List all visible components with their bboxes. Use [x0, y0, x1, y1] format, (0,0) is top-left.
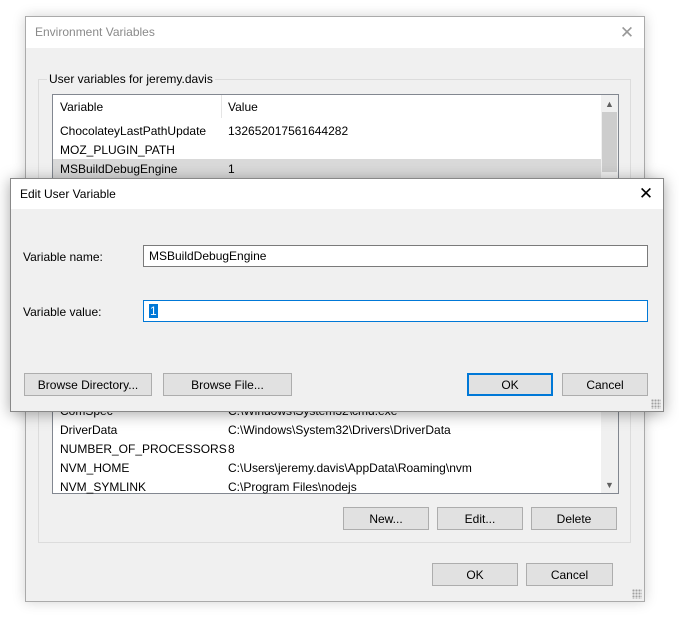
list-header: Variable Value [53, 95, 601, 118]
scroll-up-icon[interactable]: ▲ [601, 95, 618, 112]
new-button[interactable]: New... [343, 507, 429, 530]
list-item[interactable]: DriverData C:\Windows\System32\Drivers\D… [53, 420, 601, 439]
variable-name: NVM_SYMLINK [60, 480, 147, 494]
variable-name-label: Variable name: [23, 250, 103, 264]
cancel-button[interactable]: Cancel [562, 373, 648, 396]
variable-value: C:\Users\jeremy.davis\AppData\Roaming\nv… [228, 461, 472, 475]
column-divider[interactable] [221, 95, 222, 118]
dialog-title: Edit User Variable [20, 187, 116, 201]
list-item[interactable]: NUMBER_OF_PROCESSORS 8 [53, 439, 601, 458]
dialog-title: Environment Variables [35, 25, 155, 39]
list-item[interactable]: NVM_HOME C:\Users\jeremy.davis\AppData\R… [53, 458, 601, 477]
variable-name: ChocolateyLastPathUpdate [60, 124, 207, 138]
variable-value: C:\Program Files\nodejs [228, 480, 357, 494]
browse-directory-button[interactable]: Browse Directory... [24, 373, 152, 396]
ok-button[interactable]: OK [432, 563, 518, 586]
variable-name: DriverData [60, 423, 118, 437]
cancel-button[interactable]: Cancel [526, 563, 613, 586]
resize-grip-icon[interactable] [632, 589, 642, 599]
resize-grip-icon[interactable] [651, 399, 661, 409]
selected-text: 1 [149, 304, 158, 318]
delete-button[interactable]: Delete [531, 507, 617, 530]
close-icon[interactable]: ✕ [610, 17, 644, 48]
close-icon[interactable]: ✕ [629, 179, 663, 209]
variable-value-label: Variable value: [23, 305, 102, 319]
variable-name: MOZ_PLUGIN_PATH [60, 143, 175, 157]
group-label: User variables for jeremy.davis [47, 72, 215, 86]
column-header-value[interactable]: Value [228, 100, 258, 114]
variable-name-input[interactable]: MSBuildDebugEngine [143, 245, 648, 267]
list-item[interactable]: ChocolateyLastPathUpdate 132652017561644… [53, 121, 601, 140]
variable-name: NVM_HOME [60, 461, 130, 475]
title-bar: Edit User Variable ✕ [11, 179, 663, 209]
variable-name: MSBuildDebugEngine [60, 162, 178, 176]
variable-value: 1 [228, 162, 235, 176]
list-item[interactable]: NVM_SYMLINK C:\Program Files\nodejs [53, 477, 601, 496]
variable-value: C:\Windows\System32\Drivers\DriverData [228, 423, 451, 437]
variable-value: 8 [228, 442, 235, 456]
title-bar: Environment Variables ✕ [26, 17, 644, 48]
list-item-selected[interactable]: MSBuildDebugEngine 1 [53, 159, 601, 178]
edit-button[interactable]: Edit... [437, 507, 523, 530]
browse-file-button[interactable]: Browse File... [163, 373, 292, 396]
scrollbar-thumb[interactable] [602, 112, 617, 172]
variable-name: NUMBER_OF_PROCESSORS [60, 442, 227, 456]
column-header-variable[interactable]: Variable [60, 100, 103, 114]
list-item[interactable]: MOZ_PLUGIN_PATH [53, 140, 601, 159]
variable-value: 132652017561644282 [228, 124, 349, 138]
scroll-down-icon[interactable]: ▼ [601, 476, 618, 493]
edit-user-variable-dialog: Edit User Variable ✕ Variable name: MSBu… [10, 178, 664, 412]
ok-button[interactable]: OK [467, 373, 553, 396]
variable-value-input[interactable]: 1 [143, 300, 648, 322]
